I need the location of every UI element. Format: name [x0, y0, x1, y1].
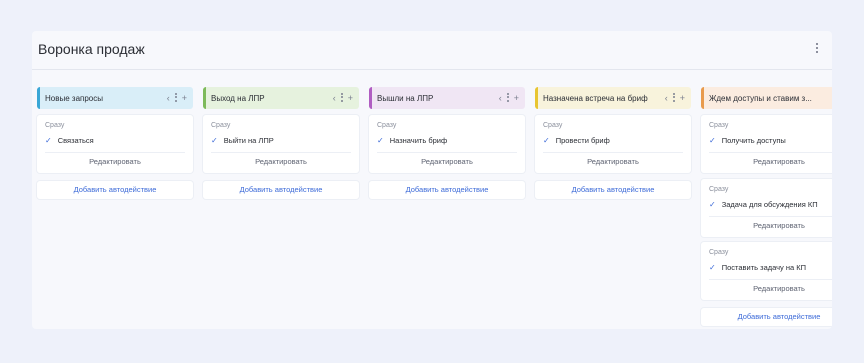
more-menu-icon[interactable]: [814, 43, 820, 57]
column-title: Ждем доступы и ставим з...: [709, 93, 812, 103]
trigger-label: Сразу: [543, 122, 563, 129]
add-icon[interactable]: +: [514, 93, 519, 103]
check-icon: ✓: [377, 136, 384, 145]
edit-button[interactable]: Редактировать: [37, 157, 193, 166]
card-divider: [709, 216, 832, 217]
column-reached-decision-maker: Вышли на ЛПР ‹ + Сразу ✓ Назначить бриф Р…: [369, 87, 525, 199]
page-title: Воронка продаж: [38, 41, 145, 57]
auto-action-card: Сразу ✓ Назначить бриф Редактировать: [369, 115, 525, 173]
edit-button[interactable]: Редактировать: [535, 157, 691, 166]
chevron-left-icon[interactable]: ‹: [665, 93, 668, 103]
card-divider: [709, 279, 832, 280]
add-icon[interactable]: +: [182, 93, 187, 103]
column-header[interactable]: Новые запросы ‹ +: [37, 87, 193, 109]
check-icon: ✓: [709, 263, 716, 272]
auto-action-card: Сразу ? ✓Поставить задачу на КП Редактир…: [701, 242, 832, 300]
add-auto-action-button[interactable]: Добавить автодействие: [535, 181, 691, 199]
column-title: Выход на ЛПР: [211, 93, 265, 103]
column-brief-scheduled: Назначена встреча на бриф ‹ + Сразу ✓ Про…: [535, 87, 691, 199]
column-menu-icon[interactable]: [174, 92, 177, 104]
header-divider: [32, 69, 832, 70]
column-header[interactable]: Выход на ЛПР ‹ +: [203, 87, 359, 109]
add-icon[interactable]: +: [348, 93, 353, 103]
task-item: ✓ Провести бриф: [543, 136, 610, 145]
column-title: Назначена встреча на бриф: [543, 93, 648, 103]
edit-button[interactable]: Редактировать: [701, 284, 832, 293]
pipeline-panel: Воронка продаж Новые запросы ‹ + Сразу ✓…: [32, 31, 832, 329]
card-divider: [45, 152, 185, 153]
add-auto-action-button[interactable]: Добавить автодействие: [203, 181, 359, 199]
edit-button[interactable]: Редактировать: [369, 157, 525, 166]
auto-action-card: Сразу ✓ Провести бриф Редактировать: [535, 115, 691, 173]
check-icon: ✓: [709, 200, 716, 209]
column-header[interactable]: Ждем доступы и ставим з... ‹: [701, 87, 832, 109]
task-item: ✓ Задача для обсуждения КП: [709, 200, 818, 209]
chevron-left-icon[interactable]: ‹: [499, 93, 502, 103]
column-header[interactable]: Вышли на ЛПР ‹ +: [369, 87, 525, 109]
column-header[interactable]: Назначена встреча на бриф ‹ +: [535, 87, 691, 109]
task-item: ✓ Связаться: [45, 136, 94, 145]
card-divider: [377, 152, 517, 153]
check-icon: ✓: [709, 136, 716, 145]
task-item: ✓ Получить доступы: [709, 136, 786, 145]
column-title: Новые запросы: [45, 93, 103, 103]
card-divider: [709, 152, 832, 153]
add-auto-action-button[interactable]: Добавить автодействие: [37, 181, 193, 199]
trigger-label: Сразу: [709, 186, 729, 193]
edit-button[interactable]: Редактировать: [203, 157, 359, 166]
check-icon: ✓: [211, 136, 218, 145]
add-auto-action-button[interactable]: Добавить автодействие: [701, 308, 832, 326]
edit-button[interactable]: Редактировать: [701, 157, 832, 166]
auto-action-card: Сразу ✓ Связаться Редактировать: [37, 115, 193, 173]
auto-action-card: Сразу ✓ Получить доступы Редактировать: [701, 115, 832, 173]
check-icon: ✓: [45, 136, 52, 145]
column-decision-maker: Выход на ЛПР ‹ + Сразу ✓ Выйти на ЛПР Ред…: [203, 87, 359, 199]
trigger-label: Сразу: [45, 122, 65, 129]
column-new-requests: Новые запросы ‹ + Сразу ✓ Связаться Редак…: [37, 87, 193, 199]
trigger-label: Сразу: [709, 249, 729, 256]
trigger-label: Сразу: [211, 122, 231, 129]
task-item: ✓ Назначить бриф: [377, 136, 448, 145]
card-divider: [543, 152, 683, 153]
column-title: Вышли на ЛПР: [377, 93, 434, 103]
task-item: ✓ Выйти на ЛПР: [211, 136, 274, 145]
column-menu-icon[interactable]: [340, 92, 343, 104]
chevron-left-icon[interactable]: ‹: [333, 93, 336, 103]
column-menu-icon[interactable]: [506, 92, 509, 104]
add-icon[interactable]: +: [680, 93, 685, 103]
column-menu-icon[interactable]: [672, 92, 675, 104]
auto-action-card: Сразу ✓ Выйти на ЛПР Редактировать: [203, 115, 359, 173]
edit-button[interactable]: Редактировать: [701, 221, 832, 230]
card-divider: [211, 152, 351, 153]
trigger-label: Сразу: [377, 122, 397, 129]
auto-action-card: Сразу ✓ Задача для обсуждения КП Редактир…: [701, 179, 832, 237]
add-auto-action-button[interactable]: Добавить автодействие: [369, 181, 525, 199]
check-icon: ✓: [543, 136, 550, 145]
chevron-left-icon[interactable]: ‹: [167, 93, 170, 103]
task-item: ✓ Поставить задачу на КП: [709, 263, 807, 272]
trigger-label: Сразу: [709, 122, 729, 129]
column-awaiting-access: Ждем доступы и ставим з... ‹ Сразу ✓Полу…: [701, 87, 832, 326]
